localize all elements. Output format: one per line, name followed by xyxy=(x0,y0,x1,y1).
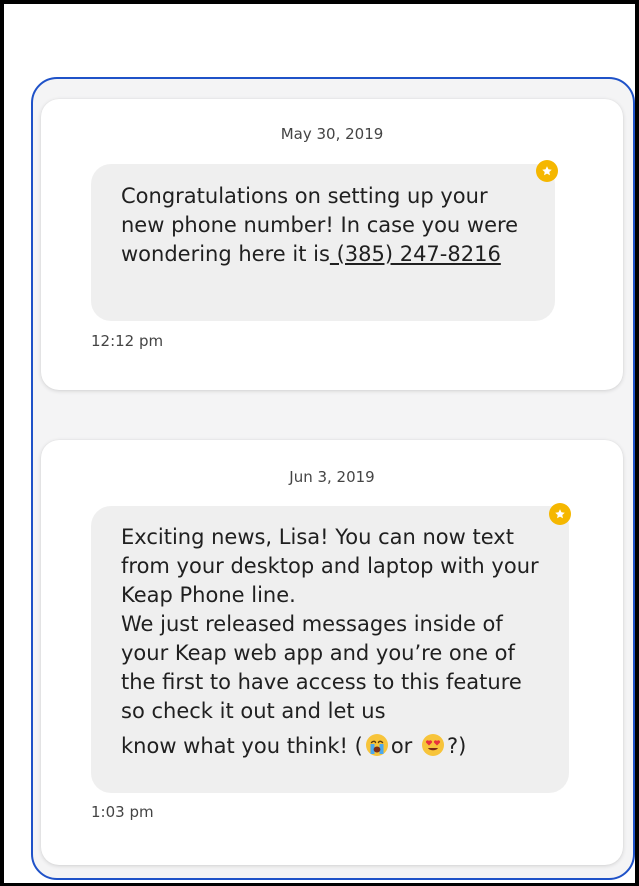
phone-screen: May 30, 2019 Congratulations on setting … xyxy=(31,77,635,880)
screenshot-frame: May 30, 2019 Congratulations on setting … xyxy=(0,0,639,886)
message-text-end: know what you think! ( or ?) xyxy=(121,732,539,761)
message-bubble[interactable]: Exciting news, Lisa! You can now text fr… xyxy=(91,506,569,793)
message-date: May 30, 2019 xyxy=(280,125,384,143)
message-text-fragment: know what you think! ( xyxy=(121,734,363,758)
star-icon[interactable] xyxy=(549,503,571,525)
message-text-fragment: or xyxy=(390,734,419,758)
heart-eyes-emoji-icon xyxy=(422,734,444,756)
message-bubble[interactable]: Congratulations on setting up your new p… xyxy=(91,164,555,321)
message-date: Jun 3, 2019 xyxy=(289,468,375,486)
phone-number-link[interactable]: (385) 247-8216 xyxy=(330,242,501,266)
message-text: Exciting news, Lisa! You can now text fr… xyxy=(121,523,539,726)
message-card: Jun 3, 2019 Exciting news, Lisa! You can… xyxy=(41,440,623,865)
message-card: May 30, 2019 Congratulations on setting … xyxy=(41,99,623,390)
star-icon-glyph xyxy=(555,509,565,519)
message-text-fragment: ?) xyxy=(447,734,467,758)
crying-face-emoji-icon xyxy=(365,734,388,756)
star-icon[interactable] xyxy=(536,160,558,182)
message-text: Congratulations on setting up your new p… xyxy=(121,182,525,269)
message-body: Exciting news, Lisa! You can now text fr… xyxy=(121,525,539,723)
message-time: 1:03 pm xyxy=(91,803,154,821)
star-icon-glyph xyxy=(542,166,552,176)
message-time: 12:12 pm xyxy=(91,332,164,350)
